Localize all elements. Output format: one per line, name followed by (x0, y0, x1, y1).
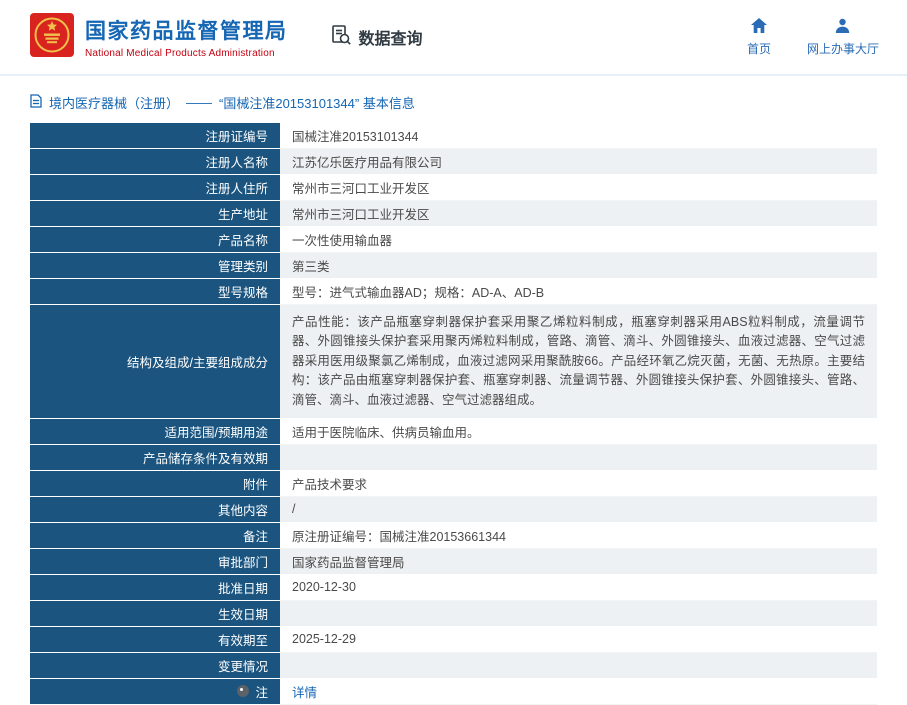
document-icon (30, 94, 42, 111)
table-row: 管理类别 第三类 (30, 253, 877, 279)
row-value (280, 444, 877, 471)
row-value: 2025-12-29 (280, 626, 877, 653)
registration-info-table: 注册证编号 国械注准20153101344 注册人名称 江苏亿乐医疗用品有限公司… (30, 123, 877, 705)
row-label: 附件 (30, 470, 280, 497)
row-value: 江苏亿乐医疗用品有限公司 (280, 149, 877, 175)
breadcrumb-separator: —— (186, 95, 213, 110)
row-label: 生产地址 (30, 201, 280, 227)
row-label-text: 注 (255, 685, 268, 700)
row-label: 管理类别 (30, 253, 280, 279)
table-row: 附件 产品技术要求 (30, 470, 877, 497)
row-label: 适用范围/预期用途 (30, 418, 280, 445)
table-row-note: 注 详情 (30, 678, 877, 705)
breadcrumb-category[interactable]: 境内医疗器械（注册） (49, 93, 179, 112)
row-label: 结构及组成/主要组成成分 (30, 305, 280, 419)
row-label: 批准日期 (30, 574, 280, 601)
table-row: 生效日期 (30, 600, 877, 627)
row-value: 国家药品监督管理局 (280, 548, 877, 575)
breadcrumb: 境内医疗器械（注册） —— “国械注准20153101344” 基本信息 (30, 93, 877, 112)
row-value: 常州市三河口工业开发区 (280, 175, 877, 201)
nav-home[interactable]: 首页 (746, 17, 771, 57)
table-row: 其他内容 / (30, 496, 877, 523)
row-value: 2020-12-30 (280, 574, 877, 601)
table-row: 变更情况 (30, 652, 877, 679)
nav-hall-label: 网上办事大厅 (806, 41, 879, 56)
data-query-section[interactable]: 数据查询 (330, 24, 423, 51)
top-nav: 首页 网上办事大厅 (746, 17, 879, 57)
page-title: “国械注准20153101344” 基本信息 (219, 96, 415, 111)
row-value: 国械注准20153101344 (280, 123, 877, 149)
nav-home-label: 首页 (746, 41, 771, 56)
row-value (280, 652, 877, 679)
table-row: 结构及组成/主要组成成分 产品性能：该产品瓶塞穿刺器保护套采用聚乙烯粒料制成，瓶… (30, 305, 877, 419)
row-label: 有效期至 (30, 626, 280, 653)
row-label: 注册人名称 (30, 149, 280, 175)
row-label: 注册人住所 (30, 175, 280, 201)
row-value: 详情 (280, 678, 877, 705)
data-query-label: 数据查询 (358, 31, 423, 48)
table-row: 生产地址 常州市三河口工业开发区 (30, 201, 877, 227)
row-value: 型号：进气式输血器AD；规格：AD-A、AD-B (280, 279, 877, 305)
table-row: 备注 原注册证编号：国械注准20153661344 (30, 522, 877, 549)
site-header: 国家药品监督管理局 National Medical Products Admi… (0, 0, 907, 76)
national-emblem-icon (30, 12, 74, 62)
row-label: 变更情况 (30, 652, 280, 679)
row-label: 产品名称 (30, 227, 280, 253)
row-label: 型号规格 (30, 279, 280, 305)
user-icon (835, 18, 850, 36)
table-row: 批准日期 2020-12-30 (30, 574, 877, 601)
table-row: 注册人住所 常州市三河口工业开发区 (30, 175, 877, 201)
nav-service-hall[interactable]: 网上办事大厅 (807, 18, 879, 57)
table-row: 型号规格 型号：进气式输血器AD；规格：AD-A、AD-B (30, 279, 877, 305)
row-value (280, 600, 877, 627)
brand: 国家药品监督管理局 National Medical Products Admi… (30, 12, 288, 62)
detail-link[interactable]: 详情 (292, 682, 317, 701)
document-search-icon (330, 24, 352, 51)
row-label: 注 (30, 678, 280, 705)
table-row: 产品名称 一次性使用输血器 (30, 227, 877, 253)
home-icon (750, 17, 767, 36)
row-label: 注册证编号 (30, 123, 280, 149)
org-name-cn: 国家药品监督管理局 (85, 20, 288, 43)
row-value: 产品性能：该产品瓶塞穿刺器保护套采用聚乙烯粒料制成，瓶塞穿刺器采用ABS粒料制成… (280, 305, 877, 419)
row-label: 产品储存条件及有效期 (30, 444, 280, 471)
table-row: 注册人名称 江苏亿乐医疗用品有限公司 (30, 149, 877, 175)
row-value: 原注册证编号：国械注准20153661344 (280, 522, 877, 549)
row-value: / (280, 496, 877, 523)
row-label: 备注 (30, 522, 280, 549)
row-value: 适用于医院临床、供病员输血用。 (280, 418, 877, 445)
row-value: 常州市三河口工业开发区 (280, 201, 877, 227)
table-row: 注册证编号 国械注准20153101344 (30, 123, 877, 149)
row-value: 一次性使用输血器 (280, 227, 877, 253)
row-label: 审批部门 (30, 548, 280, 575)
note-icon (237, 685, 250, 698)
org-name-en: National Medical Products Administration (85, 48, 275, 59)
row-value: 第三类 (280, 253, 877, 279)
row-label: 其他内容 (30, 496, 280, 523)
table-row: 有效期至 2025-12-29 (30, 626, 877, 653)
table-row: 产品储存条件及有效期 (30, 444, 877, 471)
brand-text: 国家药品监督管理局 National Medical Products Admi… (85, 15, 288, 59)
table-row: 审批部门 国家药品监督管理局 (30, 548, 877, 575)
row-label: 生效日期 (30, 600, 280, 627)
table-row: 适用范围/预期用途 适用于医院临床、供病员输血用。 (30, 418, 877, 445)
row-value: 产品技术要求 (280, 470, 877, 497)
